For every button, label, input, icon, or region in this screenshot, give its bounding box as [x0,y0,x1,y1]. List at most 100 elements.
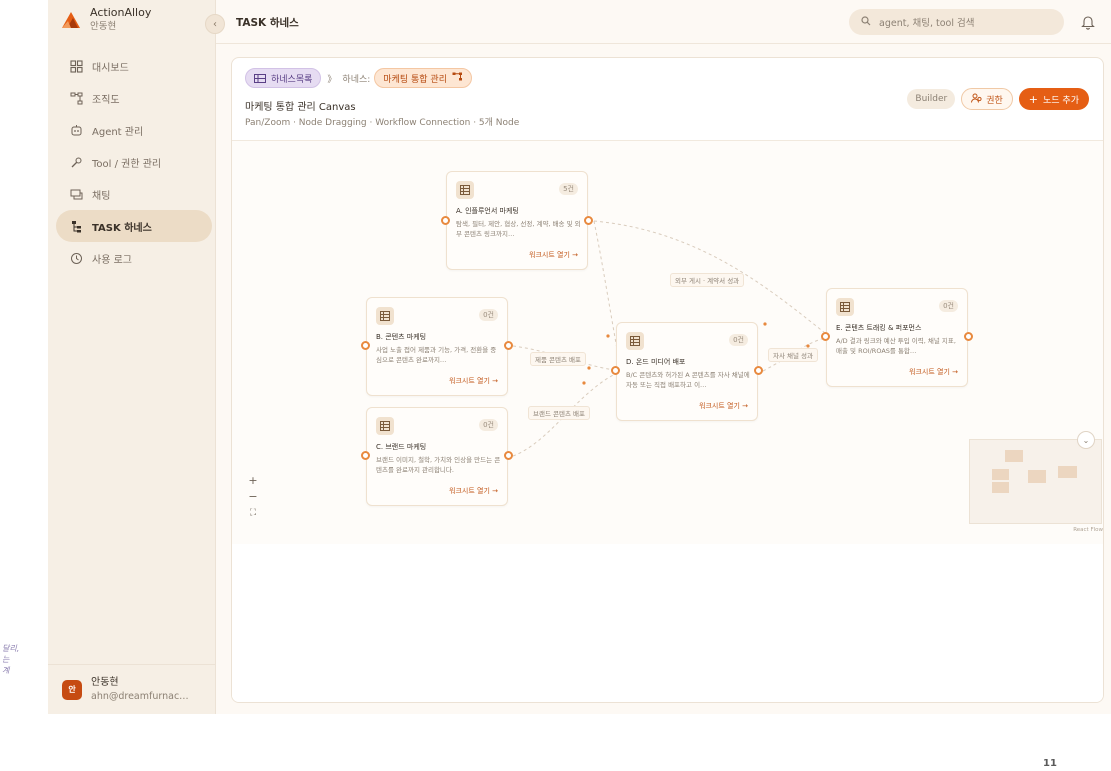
side-note-line: 계 [2,666,10,675]
user-profile[interactable]: 안 안동현 ahn@dreamfurnac… [48,664,216,714]
workflow-node-b[interactable]: 0건 B. 콘텐츠 마케팅 사업 노출 접어 제품과 기능, 가격, 전환을 중… [366,297,508,396]
fit-view-button[interactable]: ⛶ [245,505,261,521]
minimap-toggle[interactable]: ⌄ [1077,431,1095,449]
side-note-line: 달리, [2,644,20,653]
sidebar-item-org-chart[interactable]: 조직도 [56,82,212,114]
node-description: A/D 결과 링크와 예산 투입 이력, 채널 지표, 매출 및 ROI/ROA… [836,337,956,355]
node-count-badge: 0건 [729,334,748,346]
node-e-output-handle[interactable] [964,332,973,341]
sidebar-item-dashboard[interactable]: 대시보드 [56,50,212,82]
canvas-subtitle: Pan/Zoom · Node Dragging · Workflow Conn… [245,118,520,128]
node-c-output-handle[interactable] [504,451,513,460]
builder-badge[interactable]: Builder [907,89,956,109]
topbar: TASK 하네스 agent, 채팅, tool 검색 [216,0,1111,44]
node-a-input-handle[interactable] [441,216,450,225]
sidebar-item-label: Tool / 권한 관리 [92,158,162,170]
page-number: 11 [1043,758,1057,769]
task-icon [68,218,84,234]
open-worksheet-link[interactable]: 워크시트 열기 → [529,250,578,260]
node-b-output-handle[interactable] [504,341,513,350]
open-worksheet-link[interactable]: 워크시트 열기 → [909,367,958,377]
minimap-node [992,482,1009,493]
sidebar-collapse-button[interactable]: ‹ [205,14,225,34]
table-icon [376,307,394,325]
node-description: 브랜드 이미지, 철학, 가치와 인상을 만드는 콘텐츠를 완료까지 관리합니다… [376,456,501,474]
sidebar-item-agent[interactable]: Agent 관리 [56,114,212,146]
sidebar-item-chat[interactable]: 채팅 [56,178,212,210]
table-icon [626,332,644,350]
search-input[interactable]: agent, 채팅, tool 검색 [849,9,1064,35]
history-icon [68,250,84,266]
node-title: C. 브랜드 마케팅 [376,443,427,451]
workflow-node-e[interactable]: 0건 E. 콘텐츠 트래킹 & 퍼포먼스 A/D 결과 링크와 예산 투입 이력… [826,288,968,387]
node-count-badge: 0건 [479,309,498,321]
breadcrumb: 하네스목록 》 하네스: 마케팅 통합 관리 [245,68,472,88]
node-title: D. 온드 미디어 배포 [626,358,686,366]
open-worksheet-link[interactable]: 워크시트 열기 → [699,401,748,411]
harness-panel: 하네스목록 》 하네스: 마케팅 통합 관리 마케팅 통합 관리 Canvas … [231,57,1104,703]
edge-label: 브랜드 콘텐츠 배포 [528,406,590,420]
node-c-input-handle[interactable] [361,451,370,460]
avatar: 안 [62,679,82,700]
add-node-button[interactable]: + 노드 추가 [1018,88,1089,110]
org-chart-icon [452,72,463,84]
node-e-input-handle[interactable] [821,332,830,341]
sidebar-item-label: 대시보드 [92,62,129,74]
table-icon [456,181,474,199]
current-harness-label: 마케팅 통합 관리 [383,74,447,85]
node-description: B/C 콘텐츠와 허가된 A 콘텐츠를 자사 채널에 자동 또는 직접 배포하고… [626,371,750,389]
permission-label: 권한 [986,95,1003,106]
bell-icon[interactable] [1081,14,1095,30]
flow-attribution[interactable]: React Flow [1073,527,1103,533]
add-node-label: 노드 추가 [1043,95,1079,106]
workflow-canvas[interactable]: 외부 게시 · 계약서 성과 제품 콘텐츠 배포 브랜드 콘텐츠 배포 자사 채… [232,140,1103,544]
edge-label: 외부 게시 · 계약서 성과 [670,273,745,287]
sidebar-item-label: 사용 로그 [92,254,132,266]
harness-list-label: 하네스목록 [271,74,313,85]
edge-label: 자사 채널 성과 [768,348,819,362]
node-count-badge: 0건 [479,419,498,431]
breadcrumb-separator: 》 [327,74,337,85]
page-title: TASK 하네스 [236,17,299,29]
workflow-node-a[interactable]: 5건 A. 인플루언서 마케팅 탐색, 필터, 제안, 협상, 선정, 계약, … [446,171,588,270]
minimap-node [1028,470,1046,483]
harness-list-link[interactable]: 하네스목록 [245,68,322,88]
current-harness-pill[interactable]: 마케팅 통합 관리 [374,68,472,88]
workflow-node-c[interactable]: 0건 C. 브랜드 마케팅 브랜드 이미지, 철학, 가치와 인상을 만드는 콘… [366,407,508,506]
sidebar-nav: 대시보드 조직도 Agent 관리 Tool / 권한 관리 채팅 TASK 하… [56,50,212,274]
dashboard-icon [68,58,84,74]
node-d-output-handle[interactable] [754,366,763,375]
canvas-footer-area [232,544,1103,702]
users-icon [971,93,982,106]
minimap[interactable] [969,439,1102,524]
zoom-in-button[interactable]: + [245,473,261,489]
sidebar-item-usage-log[interactable]: 사용 로그 [56,242,212,274]
chat-icon [68,186,84,202]
sidebar-item-label: TASK 하네스 [92,222,152,234]
open-worksheet-link[interactable]: 워크시트 열기 → [449,376,498,386]
node-a-output-handle[interactable] [584,216,593,225]
sidebar-item-label: 조직도 [92,94,120,106]
tool-icon [68,154,84,170]
canvas-title: 마케팅 통합 관리 Canvas [245,102,356,113]
sidebar: ActionAlloy 안동현 대시보드 조직도 Agent 관리 Tool /… [48,0,216,714]
user-name: 안동현 [91,676,119,688]
brand[interactable]: ActionAlloy 안동현 [60,6,151,34]
node-b-input-handle[interactable] [361,341,370,350]
zoom-out-button[interactable]: − [245,489,261,505]
side-note: 달리, 는 계 [2,643,19,676]
node-description: 사업 노출 접어 제품과 기능, 가격, 전환을 중심으로 콘텐츠 완료까지… [376,346,497,364]
side-note-line: 는 [2,655,10,664]
canvas-toolbar: Builder 권한 + 노드 추가 [907,88,1089,110]
node-title: E. 콘텐츠 트래킹 & 퍼포먼스 [836,324,922,332]
permission-button[interactable]: 권한 [961,88,1013,110]
sidebar-item-task-harness[interactable]: TASK 하네스 [56,210,212,242]
brand-name: ActionAlloy [90,6,152,19]
node-title: B. 콘텐츠 마케팅 [376,333,427,341]
sidebar-item-tool[interactable]: Tool / 권한 관리 [56,146,212,178]
node-d-input-handle[interactable] [611,366,620,375]
sidebar-item-label: Agent 관리 [92,126,144,138]
workflow-node-d[interactable]: 0건 D. 온드 미디어 배포 B/C 콘텐츠와 허가된 A 콘텐츠를 자사 채… [616,322,758,421]
zoom-controls: + − ⛶ [245,473,261,521]
open-worksheet-link[interactable]: 워크시트 열기 → [449,486,498,496]
